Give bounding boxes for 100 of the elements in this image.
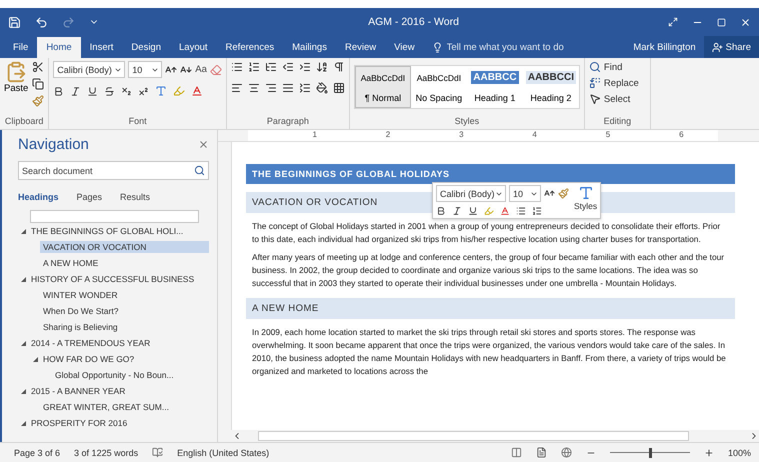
- align-right-icon[interactable]: [264, 82, 277, 94]
- close-icon[interactable]: [198, 139, 209, 150]
- heading-item[interactable]: 2014 - A TREMENDOUS YEAR: [28, 337, 154, 349]
- copy-icon[interactable]: [32, 78, 44, 90]
- text-effects-icon[interactable]: [155, 85, 168, 97]
- italic-icon[interactable]: [452, 206, 462, 216]
- user-name[interactable]: Mark Billington: [633, 42, 696, 52]
- ribbon-tab[interactable]: References: [216, 37, 284, 58]
- collapse-arrow-icon[interactable]: [32, 356, 38, 362]
- numbering-icon[interactable]: [248, 61, 260, 73]
- ribbon-tab[interactable]: Design: [122, 37, 170, 58]
- search-icon[interactable]: [194, 165, 205, 176]
- format-painter-icon[interactable]: [32, 95, 44, 107]
- font-name-field[interactable]: Calibri (Body): [53, 61, 126, 78]
- heading-item[interactable]: VACATION OR VOCATION: [40, 241, 209, 253]
- editing-button[interactable]: Select: [588, 93, 639, 105]
- heading-item[interactable]: 2015 - A BANNER YEAR: [28, 385, 128, 397]
- sort-icon[interactable]: [316, 61, 328, 73]
- pane-tab[interactable]: Headings: [18, 192, 59, 202]
- heading-item[interactable]: GREAT WINTER, GREAT SUM...: [40, 401, 172, 413]
- line-spacing-icon[interactable]: [298, 82, 311, 94]
- collapse-arrow-icon[interactable]: [20, 340, 26, 346]
- heading-item[interactable]: Sharing is Believing: [40, 321, 121, 333]
- justify-icon[interactable]: [282, 82, 294, 94]
- change-case-button[interactable]: Aa: [195, 64, 207, 75]
- heading-item[interactable]: A NEW HOME: [40, 257, 102, 269]
- save-icon[interactable]: [8, 16, 21, 28]
- borders-icon[interactable]: [332, 82, 345, 94]
- collapse-arrow-icon[interactable]: [20, 420, 26, 426]
- collapse-arrow-icon[interactable]: [20, 276, 26, 282]
- language[interactable]: English (United States): [177, 448, 497, 458]
- superscript-icon[interactable]: [138, 86, 150, 96]
- strikethrough-icon[interactable]: [104, 86, 116, 96]
- zoom-level[interactable]: 100%: [728, 448, 751, 458]
- decrease-indent-icon[interactable]: [282, 61, 294, 73]
- close-icon[interactable]: [740, 16, 751, 28]
- share-button[interactable]: Share: [704, 36, 759, 58]
- heading-item[interactable]: When Do We Start?: [40, 305, 122, 317]
- maximize-icon[interactable]: [717, 18, 726, 26]
- multilevel-list-icon[interactable]: [264, 61, 277, 73]
- pointer-icon: [588, 93, 601, 105]
- font-size-field[interactable]: 10: [128, 61, 162, 78]
- ribbon-tab[interactable]: Review: [336, 37, 386, 58]
- collapse-arrow-icon[interactable]: [20, 388, 26, 394]
- heading-item[interactable]: Global Opportunity - No Boun...: [52, 369, 177, 381]
- ribbon-tab[interactable]: View: [385, 37, 424, 58]
- pane-tab[interactable]: Results: [120, 192, 150, 202]
- bullets-icon[interactable]: [516, 206, 526, 216]
- font-color-icon[interactable]: [500, 206, 510, 216]
- italic-icon[interactable]: [70, 86, 82, 96]
- eraser-icon[interactable]: [210, 64, 222, 76]
- font-size-field[interactable]: 10: [509, 185, 541, 202]
- proofing-icon[interactable]: [152, 447, 164, 458]
- tell-me-field[interactable]: Tell me what you want to do: [446, 42, 634, 52]
- undo-icon[interactable]: [35, 16, 48, 28]
- ribbon-tab[interactable]: Home: [37, 37, 81, 58]
- heading-item[interactable]: HISTORY OF A SUCCESSFUL BUSINESS: [28, 273, 198, 285]
- grow-font-icon[interactable]: [544, 188, 555, 199]
- subscript-icon[interactable]: [121, 86, 132, 96]
- align-left-icon[interactable]: [230, 82, 243, 94]
- bold-icon[interactable]: [53, 86, 64, 96]
- bold-icon[interactable]: [436, 206, 446, 216]
- underline-icon[interactable]: [87, 86, 98, 96]
- search-field[interactable]: Search document: [18, 161, 209, 180]
- scrollbar-thumb[interactable]: [258, 431, 689, 441]
- increase-indent-icon[interactable]: [298, 61, 311, 73]
- font-color-icon[interactable]: [191, 85, 204, 97]
- style-item[interactable]: AaBbCcDdI ¶ Normal: [354, 66, 411, 108]
- pilcrow-icon[interactable]: [332, 61, 345, 73]
- align-center-icon[interactable]: [248, 82, 260, 94]
- replace-icon: [588, 77, 601, 89]
- zoom-in-icon[interactable]: [704, 448, 714, 458]
- ribbon-tab[interactable]: Mailings: [283, 37, 336, 58]
- font-name-field[interactable]: Calibri (Body): [436, 185, 506, 202]
- pane-tab[interactable]: Pages: [76, 192, 102, 202]
- editing-button[interactable]: Find: [588, 61, 639, 73]
- print-layout-icon[interactable]: [536, 447, 547, 458]
- cut-icon[interactable]: [32, 61, 44, 73]
- ribbon-tab[interactable]: Insert: [80, 37, 122, 58]
- numbering-icon[interactable]: [532, 206, 542, 216]
- heading-item[interactable]: HOW FAR DO WE GO?: [40, 353, 138, 365]
- ribbon-tab[interactable]: Layout: [170, 37, 217, 58]
- ribbon-display-icon[interactable]: [668, 17, 678, 27]
- heading-item[interactable]: WINTER WONDER: [40, 289, 121, 301]
- grow-font-icon[interactable]: [165, 64, 178, 76]
- shading-icon[interactable]: [316, 82, 328, 94]
- heading-item[interactable]: THE BEGINNINGS OF GLOBAL HOLI...: [28, 225, 186, 237]
- web-layout-icon[interactable]: [560, 447, 572, 458]
- underline-icon[interactable]: [468, 206, 478, 216]
- read-mode-icon[interactable]: [510, 447, 522, 458]
- filter-field[interactable]: [30, 210, 199, 223]
- page-count[interactable]: Page 3 of 6: [14, 448, 60, 458]
- word-count[interactable]: 3 of 1225 words: [74, 448, 138, 458]
- zoom-thumb[interactable]: [648, 448, 652, 458]
- paste-button[interactable]: Paste: [4, 61, 28, 116]
- heading-item[interactable]: PROSPERITY FOR 2016: [28, 417, 130, 429]
- ribbon-tab[interactable]: File: [4, 37, 38, 58]
- shrink-font-icon[interactable]: [180, 64, 192, 76]
- collapse-arrow-icon[interactable]: [20, 228, 26, 234]
- editing-button[interactable]: Replace: [588, 77, 639, 89]
